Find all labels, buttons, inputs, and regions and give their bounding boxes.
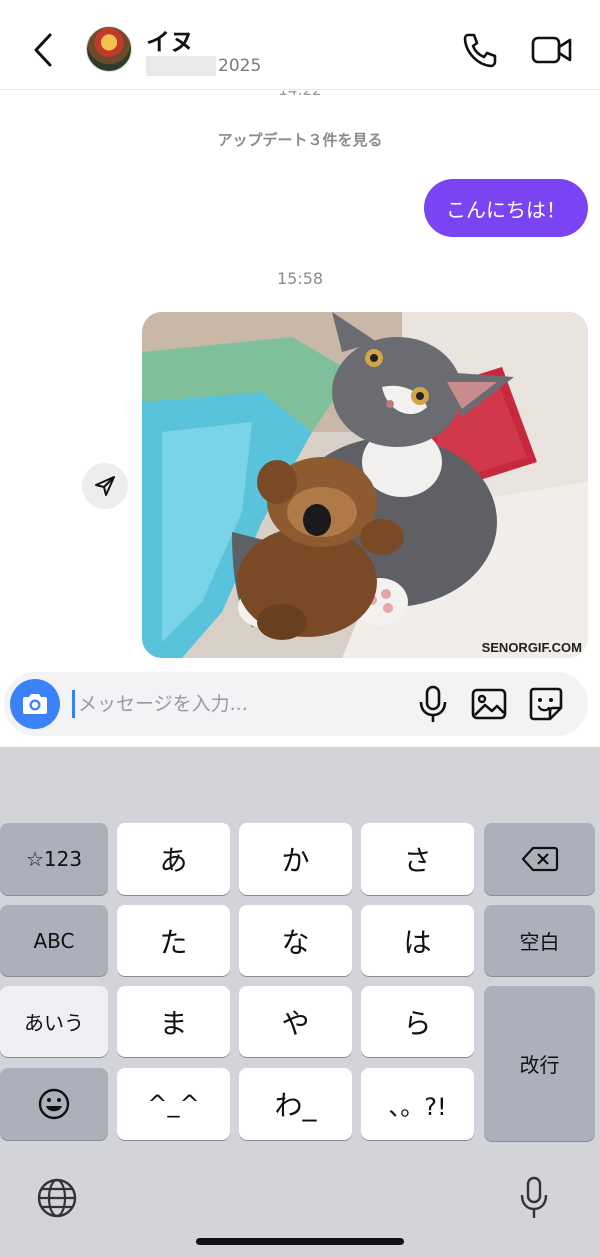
space-key[interactable]: 空白 [484,905,595,976]
microphone-icon [419,685,447,722]
paper-plane-icon [95,476,115,496]
voice-message-button[interactable] [416,684,450,724]
text-caret [72,690,75,718]
outgoing-message-bubble[interactable]: こんにちは！ [424,179,588,237]
key-wa[interactable]: わ_ [239,1068,352,1140]
key-symbols[interactable]: ☆123 [0,823,108,895]
microphone-icon [520,1176,548,1218]
avatar[interactable] [86,26,132,72]
key-ka[interactable]: か [239,823,352,895]
contact-subtitle: 2025 [146,56,261,76]
camera-button[interactable] [10,679,60,729]
smiley-icon [38,1088,70,1120]
gif-message[interactable]: SENORGIF.COM [142,312,588,658]
emoji-key[interactable] [0,1068,108,1140]
key-ta[interactable]: た [117,905,230,976]
key-kaomoji[interactable]: ^_^ [117,1068,230,1140]
phone-icon [463,33,497,68]
message-input[interactable] [78,682,398,726]
backspace-icon [521,846,558,872]
chat-header: イヌ 2025 [0,0,600,90]
chevron-left-icon [34,33,52,67]
japanese-kana-keyboard: ☆123 あ か さ ABC た な は 空白 あいう ま や ら 改行 ^_^… [0,747,600,1257]
key-ha[interactable]: は [361,905,474,976]
key-a[interactable]: あ [117,823,230,895]
key-ma[interactable]: ま [117,986,230,1057]
sticker-icon [529,687,563,721]
gallery-button[interactable] [470,684,508,724]
previous-timestamp: 14:22 [0,91,600,99]
gif-watermark: SENORGIF.COM [482,640,582,655]
home-indicator [196,1238,404,1245]
dictation-button[interactable] [518,1175,550,1221]
key-ra[interactable]: ら [361,986,474,1057]
key-na[interactable]: な [239,905,352,976]
message-composer [4,672,588,736]
key-kana-mode[interactable]: あいう [0,986,108,1057]
key-punctuation[interactable]: 、。?! [361,1068,474,1140]
contact-subtitle-text: 2025 [218,56,262,76]
voice-call-button[interactable] [460,30,500,70]
camera-icon [23,694,47,714]
key-ya[interactable]: や [239,986,352,1057]
time-separator: 15:58 [276,269,324,288]
video-camera-icon [531,36,572,64]
forward-button[interactable] [82,463,128,509]
backspace-key[interactable] [484,823,595,895]
sticker-button[interactable] [526,684,566,724]
chat-thread[interactable]: 14:22 アップデート３件を見る こんにちは！ 15:58 [0,91,600,747]
contact-name[interactable]: イヌ [146,22,194,57]
see-updates-link[interactable]: アップデート３件を見る [0,129,600,150]
cat-with-teddy-bear-image: SENORGIF.COM [142,312,588,658]
globe-icon [37,1178,77,1218]
redacted-block [146,56,216,76]
back-button[interactable] [26,30,60,70]
video-call-button[interactable] [530,30,574,70]
globe-button[interactable] [36,1177,80,1221]
key-abc[interactable]: ABC [0,905,108,976]
key-sa[interactable]: さ [361,823,474,895]
image-icon [471,688,507,720]
return-key[interactable]: 改行 [484,986,595,1141]
